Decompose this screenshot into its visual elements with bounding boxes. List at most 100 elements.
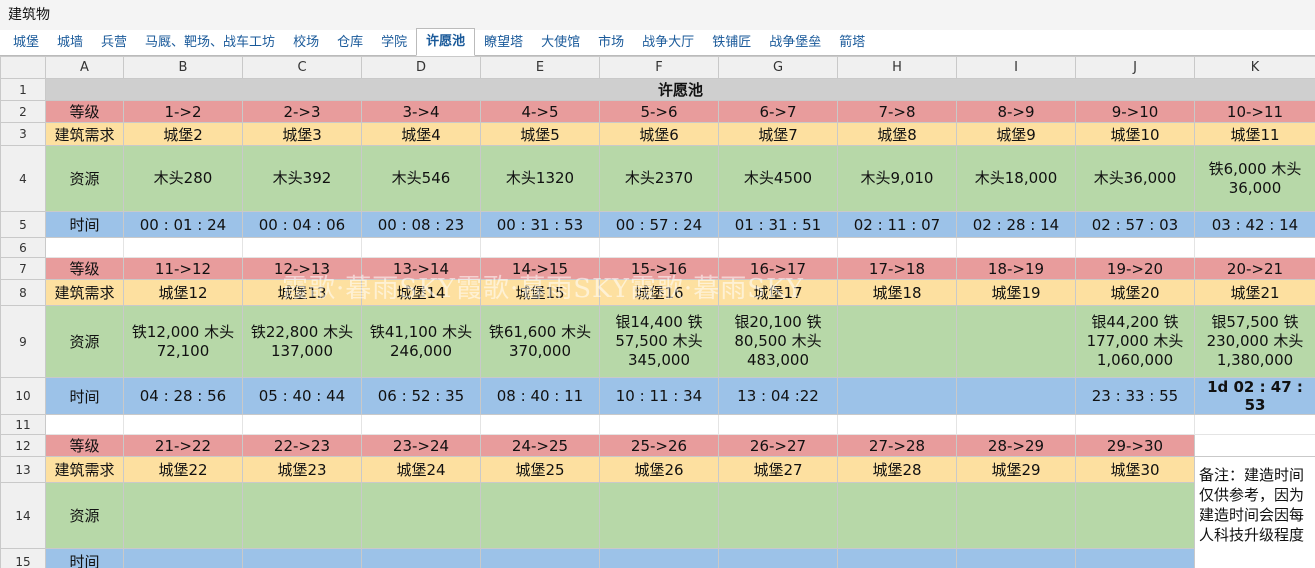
- tab-13[interactable]: 战争堡垒: [760, 31, 830, 55]
- requirement-cell[interactable]: 城堡3: [242, 122, 362, 146]
- column-header-J[interactable]: J: [1075, 56, 1195, 79]
- requirement-cell[interactable]: 城堡8: [837, 122, 957, 146]
- label-level[interactable]: 等级: [45, 100, 124, 123]
- time-cell[interactable]: 00 : 57 : 24: [599, 211, 719, 238]
- resource-cell[interactable]: 木头4500: [718, 145, 838, 212]
- resource-cell[interactable]: 木头36,000: [1075, 145, 1195, 212]
- label-time[interactable]: 时间: [45, 377, 124, 415]
- row-header[interactable]: 10: [0, 377, 46, 415]
- level-cell[interactable]: 7->8: [837, 100, 957, 123]
- label-resource[interactable]: 资源: [45, 145, 124, 212]
- tab-8[interactable]: 瞭望塔: [475, 31, 532, 55]
- empty-cell[interactable]: [956, 237, 1076, 258]
- row-header[interactable]: 6: [0, 237, 46, 258]
- time-cell[interactable]: 00 : 04 : 06: [242, 211, 362, 238]
- tab-14[interactable]: 箭塔: [830, 31, 874, 55]
- resource-cell[interactable]: 木头9,010: [837, 145, 957, 212]
- empty-cell[interactable]: [718, 414, 838, 435]
- tab-0[interactable]: 城堡: [4, 31, 48, 55]
- level-cell[interactable]: 10->11: [1194, 100, 1315, 123]
- requirement-cell[interactable]: 城堡12: [123, 279, 243, 306]
- tab-9[interactable]: 大使馆: [532, 31, 589, 55]
- requirement-cell[interactable]: 城堡24: [361, 456, 481, 483]
- column-header-A[interactable]: A: [45, 56, 124, 79]
- requirement-cell[interactable]: 城堡22: [123, 456, 243, 483]
- level-cell[interactable]: 23->24: [361, 434, 481, 457]
- label-requirement[interactable]: 建筑需求: [45, 456, 124, 483]
- resource-cell[interactable]: 银44,200 铁 177,000 木头 1,060,000: [1075, 305, 1195, 378]
- resource-cell[interactable]: [242, 482, 362, 549]
- resource-cell[interactable]: 铁22,800 木头 137,000: [242, 305, 362, 378]
- empty-cell[interactable]: [1194, 414, 1315, 435]
- level-cell[interactable]: 6->7: [718, 100, 838, 123]
- label-level[interactable]: 等级: [45, 257, 124, 280]
- column-header-K[interactable]: K: [1194, 56, 1315, 79]
- tab-5[interactable]: 仓库: [328, 31, 372, 55]
- requirement-cell[interactable]: 城堡9: [956, 122, 1076, 146]
- tab-3[interactable]: 马厩、靶场、战车工坊: [136, 31, 284, 55]
- resource-cell[interactable]: 木头1320: [480, 145, 600, 212]
- resource-cell[interactable]: [361, 482, 481, 549]
- time-cell[interactable]: 06 : 52 : 35: [361, 377, 481, 415]
- column-header-F[interactable]: F: [599, 56, 719, 79]
- requirement-cell[interactable]: 城堡21: [1194, 279, 1315, 306]
- sheet-title-cell[interactable]: 许愿池: [45, 78, 1315, 101]
- row-header[interactable]: 14: [0, 482, 46, 549]
- requirement-cell[interactable]: 城堡30: [1075, 456, 1195, 483]
- time-cell[interactable]: 04 : 28 : 56: [123, 377, 243, 415]
- requirement-cell[interactable]: 城堡16: [599, 279, 719, 306]
- resource-cell[interactable]: [718, 482, 838, 549]
- time-cell[interactable]: 10 : 11 : 34: [599, 377, 719, 415]
- time-cell[interactable]: 08 : 40 : 11: [480, 377, 600, 415]
- tab-12[interactable]: 铁铺匠: [703, 31, 760, 55]
- level-cell[interactable]: 5->6: [599, 100, 719, 123]
- label-resource[interactable]: 资源: [45, 305, 124, 378]
- resource-cell[interactable]: 铁41,100 木头 246,000: [361, 305, 481, 378]
- level-cell[interactable]: 27->28: [837, 434, 957, 457]
- requirement-cell[interactable]: 城堡26: [599, 456, 719, 483]
- resource-cell[interactable]: 铁6,000 木头 36,000: [1194, 145, 1315, 212]
- empty-cell[interactable]: [1194, 434, 1315, 457]
- time-cell[interactable]: [956, 377, 1076, 415]
- row-header[interactable]: 4: [0, 145, 46, 212]
- time-cell[interactable]: 03 : 42 : 14: [1194, 211, 1315, 238]
- time-cell[interactable]: [718, 548, 838, 568]
- row-header[interactable]: 5: [0, 211, 46, 238]
- row-header[interactable]: 3: [0, 122, 46, 146]
- note-cell[interactable]: 备注：建造时间仅供参考，因为建造时间会因每人科技升级程度: [1194, 456, 1315, 568]
- level-cell[interactable]: 26->27: [718, 434, 838, 457]
- requirement-cell[interactable]: 城堡14: [361, 279, 481, 306]
- resource-cell[interactable]: [1075, 482, 1195, 549]
- empty-cell[interactable]: [480, 237, 600, 258]
- column-header-E[interactable]: E: [480, 56, 600, 79]
- empty-cell[interactable]: [123, 237, 243, 258]
- tab-1[interactable]: 城墙: [48, 31, 92, 55]
- resource-cell[interactable]: 木头280: [123, 145, 243, 212]
- empty-cell[interactable]: [123, 414, 243, 435]
- column-header-G[interactable]: G: [718, 56, 838, 79]
- resource-cell[interactable]: 银20,100 铁 80,500 木头 483,000: [718, 305, 838, 378]
- time-cell[interactable]: 02 : 11 : 07: [837, 211, 957, 238]
- requirement-cell[interactable]: 城堡15: [480, 279, 600, 306]
- time-cell[interactable]: [956, 548, 1076, 568]
- requirement-cell[interactable]: 城堡23: [242, 456, 362, 483]
- column-header-D[interactable]: D: [361, 56, 481, 79]
- requirement-cell[interactable]: 城堡20: [1075, 279, 1195, 306]
- row-header[interactable]: 12: [0, 434, 46, 457]
- resource-cell[interactable]: 铁12,000 木头 72,100: [123, 305, 243, 378]
- time-cell[interactable]: [1075, 548, 1195, 568]
- level-cell[interactable]: 4->5: [480, 100, 600, 123]
- select-all-corner[interactable]: [0, 56, 46, 79]
- row-header[interactable]: 9: [0, 305, 46, 378]
- level-cell[interactable]: 12->13: [242, 257, 362, 280]
- empty-cell[interactable]: [599, 414, 719, 435]
- level-cell[interactable]: 8->9: [956, 100, 1076, 123]
- label-resource[interactable]: 资源: [45, 482, 124, 549]
- resource-cell[interactable]: [837, 305, 957, 378]
- resource-cell[interactable]: [956, 482, 1076, 549]
- column-header-B[interactable]: B: [123, 56, 243, 79]
- level-cell[interactable]: 17->18: [837, 257, 957, 280]
- time-cell[interactable]: [599, 548, 719, 568]
- resource-cell[interactable]: 木头392: [242, 145, 362, 212]
- row-header[interactable]: 8: [0, 279, 46, 306]
